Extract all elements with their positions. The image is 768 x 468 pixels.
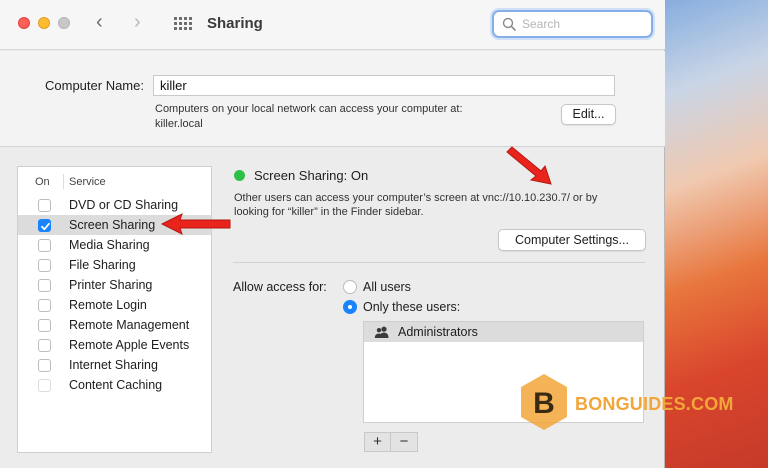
watermark-text: BONGUIDES.COM: [575, 394, 734, 414]
forward-arrow-icon[interactable]: ›: [134, 12, 141, 32]
title-bar: ‹ › Sharing: [0, 0, 665, 50]
minimize-window-button[interactable]: [38, 17, 50, 29]
close-window-button[interactable]: [18, 17, 30, 29]
service-row-internet-sharing[interactable]: Internet Sharing: [18, 355, 211, 375]
remove-user-button[interactable]: −: [391, 432, 418, 452]
service-label: Media Sharing: [69, 238, 150, 252]
search-field[interactable]: [492, 10, 653, 38]
computer-settings-button[interactable]: Computer Settings...: [498, 229, 646, 251]
checkmark-icon: [41, 222, 50, 231]
all-users-radio[interactable]: [343, 280, 357, 294]
service-row-media-sharing[interactable]: Media Sharing: [18, 235, 211, 255]
edit-button[interactable]: Edit...: [561, 104, 616, 125]
service-checkbox[interactable]: [38, 239, 51, 252]
computer-name-section: [0, 51, 665, 147]
service-checkbox[interactable]: [38, 339, 51, 352]
service-label: Internet Sharing: [69, 358, 158, 372]
only-these-users-radio[interactable]: [343, 300, 357, 314]
service-checkbox[interactable]: [38, 319, 51, 332]
column-divider: [63, 174, 64, 189]
status-description: Other users can access your computer’s s…: [234, 192, 598, 204]
show-all-grid-icon[interactable]: [174, 17, 192, 31]
user-label: Administrators: [398, 325, 478, 339]
service-row-remote-apple-events[interactable]: Remote Apple Events: [18, 335, 211, 355]
service-checkbox[interactable]: [38, 359, 51, 372]
window-title: Sharing: [207, 15, 263, 32]
search-icon: [502, 17, 516, 31]
computer-name-description: Computers on your local network can acce…: [155, 103, 463, 115]
search-input[interactable]: [522, 15, 646, 33]
service-checkbox[interactable]: [38, 199, 51, 212]
computer-name-label: Computer Name:: [45, 78, 144, 93]
add-remove-controls: + −: [364, 432, 419, 452]
service-label: Remote Management: [69, 318, 190, 332]
service-label: Screen Sharing: [69, 218, 156, 232]
user-row-administrators[interactable]: Administrators: [364, 322, 643, 342]
allow-access-label: Allow access for:: [233, 280, 327, 294]
service-row-remote-management[interactable]: Remote Management: [18, 315, 211, 335]
computer-name-field[interactable]: killer: [153, 75, 615, 96]
service-row-printer-sharing[interactable]: Printer Sharing: [18, 275, 211, 295]
service-label: Remote Apple Events: [69, 338, 190, 352]
service-label: DVD or CD Sharing: [69, 198, 179, 212]
service-checkbox[interactable]: [38, 259, 51, 272]
service-checkbox[interactable]: [38, 279, 51, 292]
annotation-arrow-icon: [506, 146, 552, 185]
svg-text:B: B: [533, 387, 555, 420]
service-status: Screen Sharing: On: [254, 168, 369, 183]
only-these-users-label[interactable]: Only these users:: [363, 300, 460, 314]
service-label: Printer Sharing: [69, 278, 153, 292]
service-checkbox[interactable]: [38, 299, 51, 312]
all-users-label[interactable]: All users: [363, 280, 411, 294]
status-description-continued: looking for “killer” in the Finder sideb…: [234, 206, 424, 218]
status-indicator: [234, 170, 245, 181]
column-header-on: On: [35, 176, 50, 188]
service-row-content-caching[interactable]: Content Caching: [18, 375, 211, 395]
section-divider: [233, 262, 645, 263]
column-header-service: Service: [69, 176, 106, 188]
service-label: Remote Login: [69, 298, 147, 312]
service-label: Content Caching: [69, 378, 163, 392]
service-row-file-sharing[interactable]: File Sharing: [18, 255, 211, 275]
service-row-remote-login[interactable]: Remote Login: [18, 295, 211, 315]
service-checkbox[interactable]: [38, 219, 51, 232]
add-user-button[interactable]: +: [364, 432, 391, 452]
local-hostname: killer.local: [155, 118, 203, 130]
group-icon: [374, 326, 389, 338]
zoom-window-button[interactable]: [58, 17, 70, 29]
service-checkbox[interactable]: [38, 379, 51, 392]
annotation-arrow-icon: [160, 213, 231, 235]
service-label: File Sharing: [69, 258, 136, 272]
back-arrow-icon[interactable]: ‹: [96, 12, 103, 32]
